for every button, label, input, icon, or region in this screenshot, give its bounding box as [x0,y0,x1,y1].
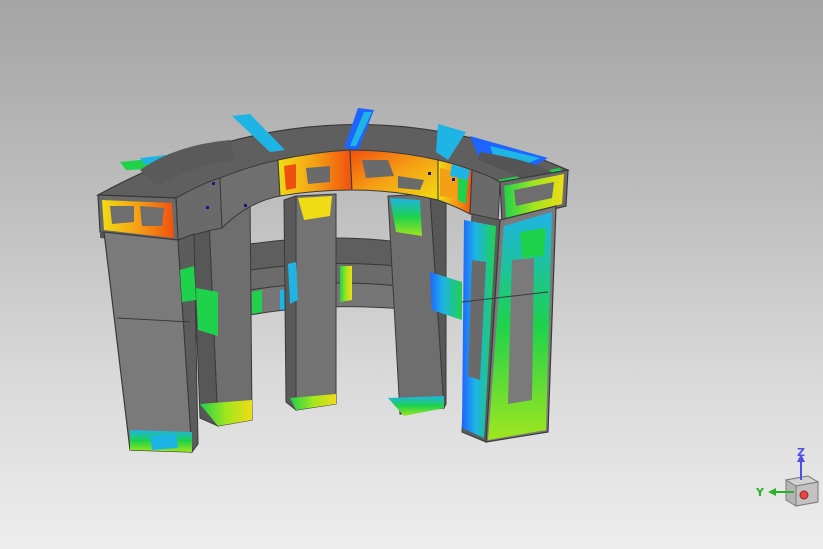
orientation-triad[interactable]: Z Y [748,440,823,515]
front-right-pillar [461,205,557,443]
z-axis-label: Z [797,446,805,459]
y-axis-label: Y [755,486,765,499]
inner-structure [191,193,462,427]
stress-contour-model[interactable] [0,0,823,549]
3d-viewport[interactable]: Z Y [0,0,823,549]
front-left-pillar [103,231,199,454]
